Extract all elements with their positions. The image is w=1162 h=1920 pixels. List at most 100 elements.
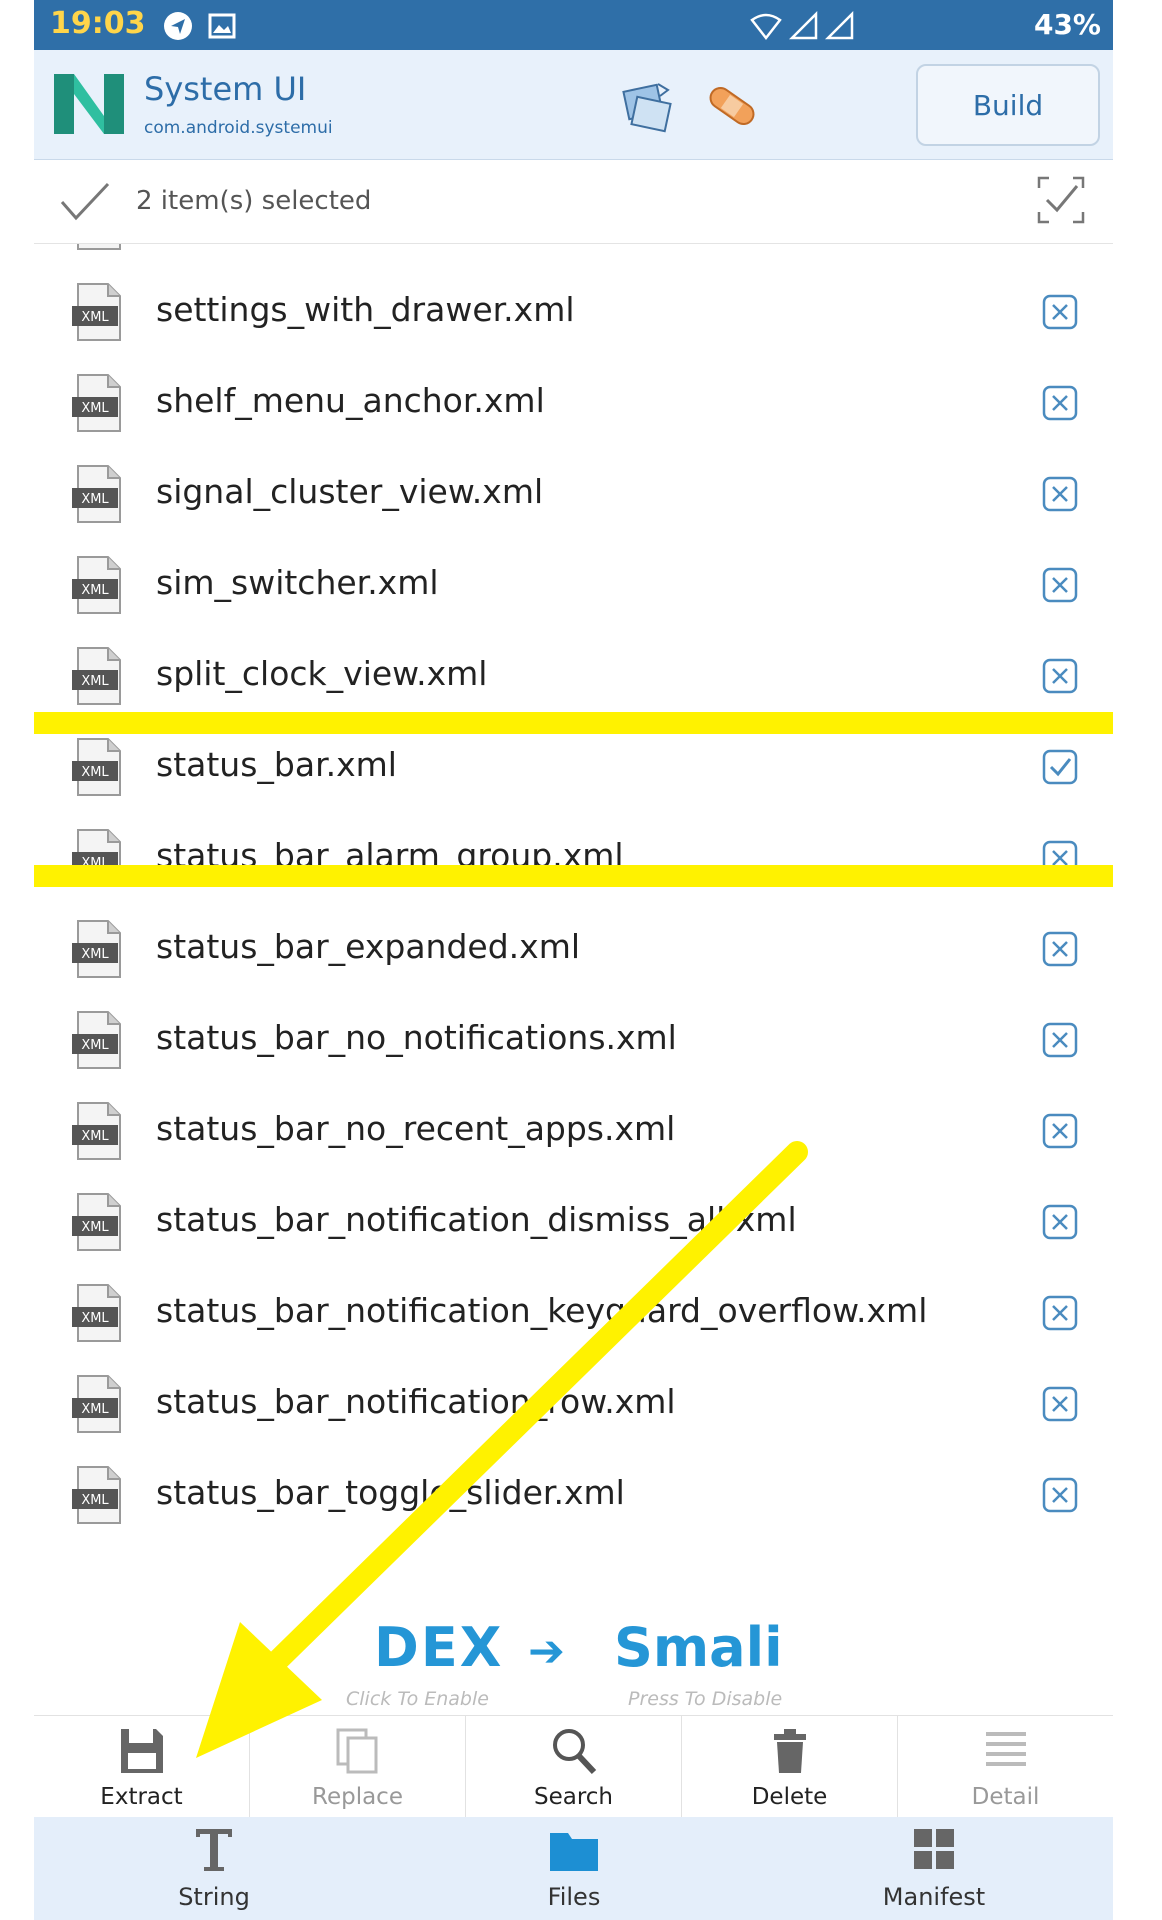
file-row[interactable]: XML status_bar_expanded.xml — [34, 903, 1113, 994]
xml-file-icon: XML — [72, 647, 121, 705]
check-icon[interactable] — [60, 180, 110, 222]
patch-icon[interactable] — [702, 78, 762, 134]
xml-badge-text: XML — [81, 492, 109, 507]
xml-file-icon: XML — [72, 1193, 121, 1251]
file-name: sim_switcher.xml — [156, 563, 439, 602]
tab-files[interactable]: Files — [464, 1817, 684, 1920]
phone-screen: 19:03 43% System UI com.android.systemui — [34, 0, 1113, 1920]
unchecked-box-icon[interactable] — [1042, 1386, 1078, 1422]
file-row[interactable]: XML status_bar_notification_keyguard_over… — [34, 1267, 1113, 1358]
unchecked-box-icon[interactable] — [1042, 1204, 1078, 1240]
extract-button[interactable]: Extract — [34, 1716, 250, 1817]
xml-badge-text: XML — [81, 765, 109, 780]
xml-badge-text: XML — [81, 1493, 109, 1508]
xml-badge-text: XML — [81, 1220, 109, 1235]
folder-icon — [550, 1833, 598, 1871]
replace-button[interactable]: Replace — [250, 1716, 466, 1817]
xml-badge-text: XML — [81, 856, 109, 871]
file-row[interactable]: XML settings_with_drawer.xml — [34, 266, 1113, 357]
file-row[interactable]: XML status_bar_notification_row.xml — [34, 1358, 1113, 1449]
unchecked-box-icon[interactable] — [1042, 1113, 1078, 1149]
app-logo-icon — [54, 74, 124, 134]
detail-label: Detail — [971, 1784, 1040, 1810]
xml-file-icon: XML — [72, 738, 121, 796]
status-bar: 19:03 43% — [34, 0, 1113, 50]
app-header: System UI com.android.systemui Build — [34, 50, 1113, 160]
xml-badge-text: XML — [81, 310, 109, 325]
tab-manifest[interactable]: Manifest — [824, 1817, 1044, 1920]
file-row[interactable]: XML status_bar_toggle_slider.xml — [34, 1449, 1113, 1540]
file-name: signal_cluster_view.xml — [156, 472, 544, 511]
xml-file-icon: XML — [72, 374, 121, 432]
file-row[interactable]: XML shelf_menu_anchor.xml — [34, 357, 1113, 448]
bottom-tabs: String Files Manifest — [34, 1817, 1113, 1920]
file-name: status_bar_toggle_slider.xml — [156, 1473, 625, 1512]
swap-icon[interactable] — [616, 78, 676, 134]
unchecked-box-icon[interactable] — [1042, 1295, 1078, 1331]
xml-file-icon: XML — [72, 1466, 121, 1524]
file-list[interactable]: XMLsetting_confirmation_snackbar.xmlXMLs… — [34, 210, 1113, 1600]
smali-label: Smali — [614, 1616, 783, 1679]
xml-badge-text: XML — [81, 674, 109, 689]
xml-badge-text: XML — [81, 401, 109, 416]
unchecked-box-icon[interactable] — [1042, 840, 1078, 876]
unchecked-box-icon[interactable] — [1042, 1477, 1078, 1513]
file-row[interactable]: XML status_bar_no_recent_apps.xml — [34, 1085, 1113, 1176]
xml-badge-text: XML — [81, 1038, 109, 1053]
xml-file-icon: XML — [72, 920, 121, 978]
xml-file-icon: XML — [72, 1011, 121, 1069]
file-name: split_clock_view.xml — [156, 654, 488, 693]
xml-file-icon: XML — [72, 465, 121, 523]
selection-count: 2 item(s) selected — [136, 186, 372, 216]
xml-file-icon: XML — [72, 556, 121, 614]
extract-label: Extract — [100, 1784, 183, 1810]
double-arrow-icon: ➔ — [528, 1626, 565, 1677]
file-row[interactable]: XML status_bar_no_notifications.xml — [34, 994, 1113, 1085]
signal-icon-2 — [824, 10, 854, 40]
xml-file-icon: XML — [72, 829, 121, 887]
unchecked-box-icon[interactable] — [1042, 567, 1078, 603]
tab-manifest-label: Manifest — [882, 1883, 986, 1911]
file-row[interactable]: XML split_clock_view.xml — [34, 630, 1113, 721]
xml-file-icon: XML — [72, 1102, 121, 1160]
file-name: settings_with_drawer.xml — [156, 290, 575, 329]
xml-file-icon: XML — [72, 283, 121, 341]
xml-file-icon: XML — [72, 1284, 121, 1342]
unchecked-box-icon[interactable] — [1042, 931, 1078, 967]
select-all-icon[interactable] — [1035, 174, 1087, 226]
search-button[interactable]: Search — [466, 1716, 682, 1817]
search-icon — [552, 1729, 596, 1775]
dex-label: DEX — [374, 1616, 504, 1679]
app-package: com.android.systemui — [144, 118, 333, 138]
enable-hint: Click To Enable — [346, 1688, 489, 1710]
file-row[interactable]: XML signal_cluster_view.xml — [34, 448, 1113, 539]
file-name: status_bar.xml — [156, 745, 397, 784]
dex-smali-toggle[interactable]: DEX ➔ Smali Click To Enable Press To Dis… — [34, 1606, 1113, 1716]
tab-files-label: Files — [547, 1883, 601, 1911]
file-row[interactable]: XML status_bar_alarm_group.xml — [34, 812, 1113, 903]
file-name: shelf_menu_anchor.xml — [156, 381, 545, 420]
file-name: status_bar_notification_keyguard_overflo… — [156, 1291, 928, 1330]
delete-label: Delete — [751, 1784, 828, 1810]
trash-icon — [773, 1729, 806, 1773]
unchecked-box-icon[interactable] — [1042, 385, 1078, 421]
navigation-icon — [164, 12, 192, 40]
file-row[interactable]: XML sim_switcher.xml — [34, 539, 1113, 630]
xml-badge-text: XML — [81, 1129, 109, 1144]
file-row[interactable]: XML status_bar.xml — [34, 721, 1113, 812]
checked-box-icon[interactable] — [1042, 749, 1078, 785]
signal-icon — [788, 10, 818, 40]
file-row[interactable]: XML status_bar_notification_dismiss_all.x… — [34, 1176, 1113, 1267]
build-button[interactable]: Build — [916, 64, 1100, 146]
file-name: status_bar_notification_row.xml — [156, 1382, 676, 1421]
image-icon — [208, 13, 236, 39]
copy-icon — [336, 1728, 377, 1774]
file-name: status_bar_no_notifications.xml — [156, 1018, 677, 1057]
delete-button[interactable]: Delete — [682, 1716, 898, 1817]
unchecked-box-icon[interactable] — [1042, 1022, 1078, 1058]
unchecked-box-icon[interactable] — [1042, 658, 1078, 694]
unchecked-box-icon[interactable] — [1042, 294, 1078, 330]
detail-button[interactable]: Detail — [898, 1716, 1113, 1817]
tab-string[interactable]: String — [104, 1817, 324, 1920]
unchecked-box-icon[interactable] — [1042, 476, 1078, 512]
